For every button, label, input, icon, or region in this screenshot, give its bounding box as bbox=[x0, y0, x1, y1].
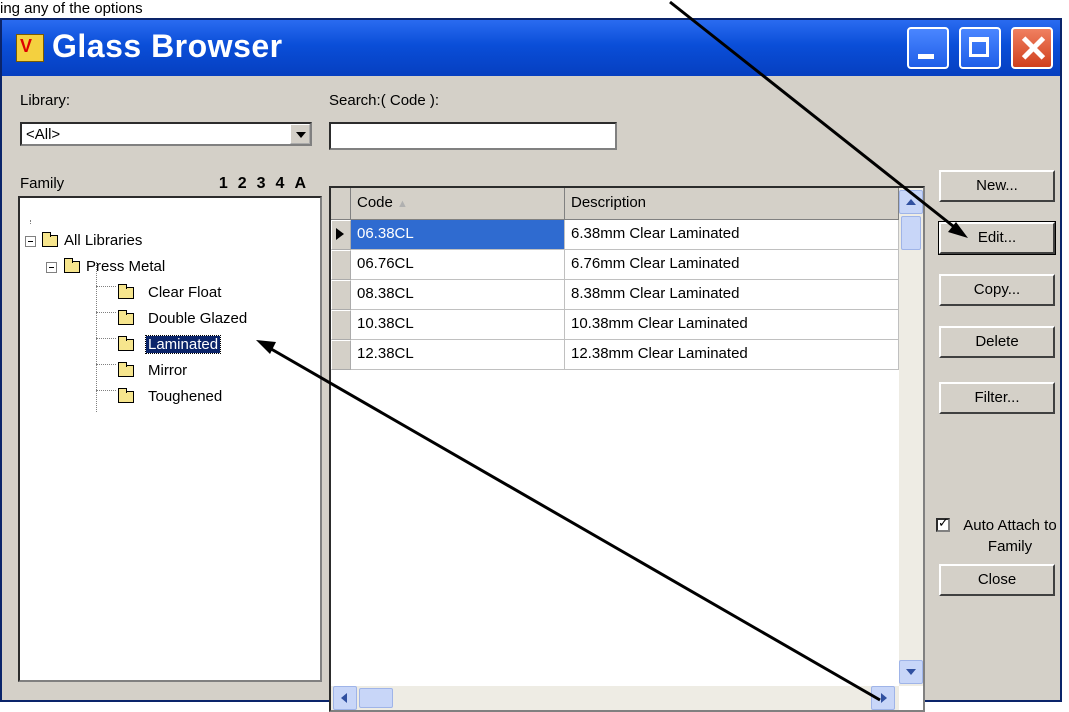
row-indicator[interactable] bbox=[331, 280, 351, 310]
close-button[interactable]: Close bbox=[939, 564, 1055, 596]
copy-button[interactable]: Copy... bbox=[939, 274, 1055, 306]
row-indicator[interactable] bbox=[331, 310, 351, 340]
family-label: Family bbox=[20, 175, 65, 192]
horizontal-scrollbar[interactable] bbox=[331, 686, 899, 710]
library-value: <All> bbox=[26, 126, 61, 143]
folder-icon bbox=[42, 232, 58, 247]
tree-node-press-metal[interactable]: Press Metal bbox=[86, 258, 165, 275]
glass-table[interactable]: Code ▲ Description 06.38CL 6.38mm Clear … bbox=[329, 186, 925, 712]
row-indicator[interactable] bbox=[331, 340, 351, 370]
auto-attach-label[interactable]: Auto Attach to Family bbox=[954, 515, 1066, 557]
table-cell-description[interactable]: 8.38mm Clear Laminated bbox=[565, 280, 899, 310]
scroll-left-icon[interactable] bbox=[333, 686, 357, 710]
caption-text: ing any of the options bbox=[0, 0, 143, 17]
tree-node-mirror[interactable]: Mirror bbox=[148, 362, 187, 379]
tree-node-toughened[interactable]: Toughened bbox=[148, 388, 222, 405]
window-title: Glass Browser bbox=[52, 28, 283, 64]
collapse-press-metal-icon[interactable] bbox=[46, 262, 57, 273]
tree-node-all-libraries[interactable]: All Libraries bbox=[64, 232, 142, 249]
minimize-button[interactable] bbox=[907, 27, 949, 69]
search-input[interactable] bbox=[329, 122, 617, 150]
scroll-down-icon[interactable] bbox=[899, 660, 923, 684]
search-label: Search:( Code ): bbox=[329, 92, 440, 109]
scroll-right-icon[interactable] bbox=[871, 686, 895, 710]
table-cell-code[interactable]: 06.76CL bbox=[351, 250, 565, 280]
glass-browser-window: Glass Browser Library: <All> Search:( Co… bbox=[0, 18, 1062, 712]
table-cell-description[interactable]: 10.38mm Clear Laminated bbox=[565, 310, 899, 340]
delete-button[interactable]: Delete bbox=[939, 326, 1055, 358]
new-button[interactable]: New... bbox=[939, 170, 1055, 202]
column-header-code[interactable]: Code ▲ bbox=[351, 188, 565, 220]
tree-node-clear-float[interactable]: Clear Float bbox=[148, 284, 221, 301]
library-label: Library: bbox=[20, 92, 71, 109]
level-selector[interactable]: 1234A bbox=[219, 175, 316, 193]
auto-attach-checkbox[interactable] bbox=[936, 516, 950, 532]
table-cell-code[interactable]: 10.38CL bbox=[351, 310, 565, 340]
vertical-scrollbar[interactable] bbox=[899, 188, 923, 686]
vertical-scroll-thumb[interactable] bbox=[901, 216, 921, 250]
tree-node-double-glazed[interactable]: Double Glazed bbox=[148, 310, 247, 327]
column-header-code-label: Code bbox=[357, 194, 393, 211]
table-cell-code[interactable]: 08.38CL bbox=[351, 280, 565, 310]
collapse-all-libraries-icon[interactable] bbox=[25, 236, 36, 247]
row-header-corner bbox=[331, 188, 351, 220]
row-indicator[interactable] bbox=[331, 250, 351, 280]
column-header-description[interactable]: Description bbox=[565, 188, 899, 220]
folder-icon bbox=[64, 258, 80, 273]
app-icon bbox=[16, 34, 44, 62]
table-cell-description[interactable]: 12.38mm Clear Laminated bbox=[565, 340, 899, 370]
filter-button[interactable]: Filter... bbox=[939, 382, 1055, 414]
close-window-button[interactable] bbox=[1011, 27, 1053, 69]
maximize-button[interactable] bbox=[959, 27, 1001, 69]
tree-node-laminated[interactable]: Laminated bbox=[144, 335, 222, 354]
row-indicator-icon[interactable] bbox=[331, 220, 351, 250]
horizontal-scroll-thumb[interactable] bbox=[359, 688, 393, 708]
folder-icon bbox=[118, 388, 134, 403]
folder-icon bbox=[118, 362, 134, 377]
table-cell-description[interactable]: 6.76mm Clear Laminated bbox=[565, 250, 899, 280]
tree-header: Family 1234A bbox=[18, 170, 322, 196]
title-bar[interactable]: Glass Browser bbox=[2, 20, 1060, 76]
table-cell-code[interactable]: 06.38CL bbox=[351, 220, 565, 250]
family-tree[interactable]: All Libraries Press Metal Clear Float Do… bbox=[18, 196, 322, 682]
chevron-down-icon[interactable] bbox=[290, 124, 310, 144]
folder-open-icon bbox=[118, 336, 134, 351]
table-cell-code[interactable]: 12.38CL bbox=[351, 340, 565, 370]
folder-icon bbox=[118, 310, 134, 325]
edit-button[interactable]: Edit... bbox=[938, 221, 1056, 255]
library-dropdown[interactable]: <All> bbox=[20, 122, 312, 146]
scroll-up-icon[interactable] bbox=[899, 190, 923, 214]
sort-ascending-icon: ▲ bbox=[397, 198, 408, 210]
folder-icon bbox=[118, 284, 134, 299]
table-cell-description[interactable]: 6.38mm Clear Laminated bbox=[565, 220, 899, 250]
